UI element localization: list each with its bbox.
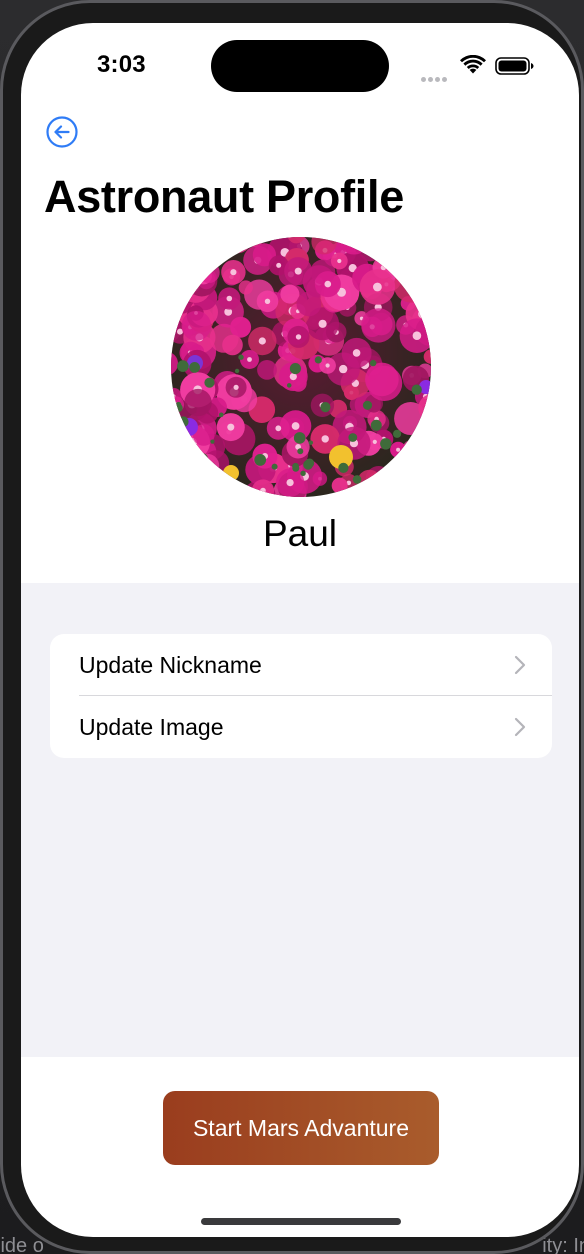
dynamic-island	[211, 40, 389, 92]
back-icon[interactable]	[45, 115, 79, 149]
page-title: Astronaut Profile	[44, 171, 404, 222]
battery-icon	[495, 57, 534, 75]
update-nickname-row[interactable]: Update Nickname	[50, 634, 552, 696]
background-text-left: lide o	[0, 1235, 44, 1254]
home-indicator[interactable]	[201, 1218, 401, 1225]
status-time: 3:03	[97, 51, 146, 78]
cellular-signal-icon	[421, 69, 449, 87]
start-mars-adventure-button[interactable]: Start Mars Advanture	[163, 1091, 439, 1165]
chevron-right-icon	[514, 655, 526, 675]
profile-name: Paul	[262, 513, 338, 554]
chevron-right-icon	[514, 717, 526, 737]
iphone-frame: 3:03 Astronaut Profile Paul Update Nickn…	[0, 0, 584, 1254]
status-bar: 3:03	[21, 23, 579, 113]
update-image-row[interactable]: Update Image	[50, 696, 552, 758]
wifi-icon	[460, 55, 486, 74]
profile-image	[171, 237, 431, 497]
background-text-right: ity: In	[542, 1235, 584, 1254]
update-image-label: Update Image	[79, 714, 224, 740]
settings-card: Update Nickname Update Image	[50, 634, 552, 758]
phone-screen: 3:03 Astronaut Profile Paul Update Nickn…	[21, 23, 579, 1237]
update-nickname-label: Update Nickname	[79, 652, 262, 678]
flower-photo-icon	[171, 237, 431, 497]
